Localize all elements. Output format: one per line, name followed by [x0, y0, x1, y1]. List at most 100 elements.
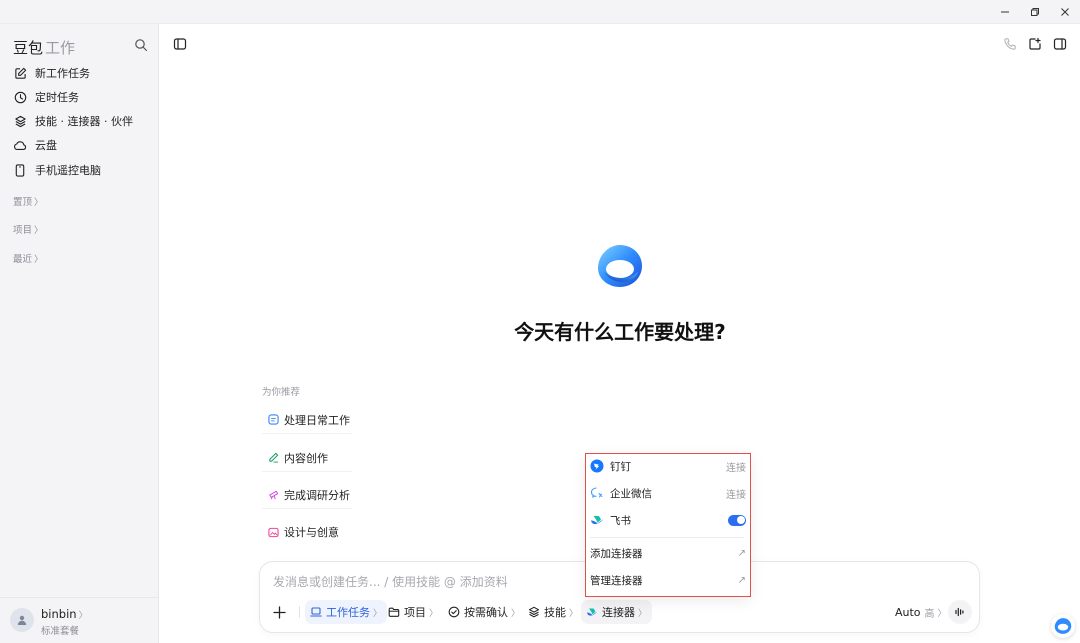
chevron-right-icon: 〉 — [638, 608, 648, 619]
sidebar-item-label: 新工作任务 — [35, 67, 90, 80]
cloud-icon — [13, 138, 27, 152]
image-icon — [267, 526, 279, 538]
connectors-popup: 钉钉 连接 企业微信 连接 飞书 添加连接器 ↗ 管理连接器 ↗ — [585, 453, 751, 597]
tool-label: 工作任务 — [326, 606, 370, 619]
window-titlebar — [0, 0, 1080, 24]
wecom-icon — [590, 486, 604, 500]
phone-icon — [13, 163, 27, 177]
pen-icon — [267, 452, 279, 464]
toggle-sidebar-button[interactable] — [172, 36, 188, 52]
app-brand: 豆包 工作 — [13, 37, 75, 58]
sidebar-item-new-task[interactable]: 新工作任务 — [8, 62, 152, 84]
model-level: 高 — [924, 608, 935, 620]
recommend-item-content-creation[interactable]: 内容创作 — [262, 444, 352, 472]
project-button[interactable]: 项目 〉 — [383, 600, 443, 624]
phone-call-icon — [1004, 38, 1016, 50]
user-name: binbin 〉 — [41, 607, 88, 621]
external-arrow-icon: ↗ — [737, 574, 746, 586]
sidebar-item-label: 云盘 — [35, 139, 57, 152]
sidebar-section-projects[interactable]: 项目〉 — [13, 222, 43, 236]
add-connector-link[interactable]: 添加连接器 ↗ — [590, 542, 746, 564]
section-label: 置顶 — [13, 197, 33, 208]
user-icon — [17, 615, 27, 625]
sidebar-item-skills-connectors[interactable]: 技能 · 连接器 · 伙伴 — [8, 110, 152, 132]
chevron-right-icon: 〉 — [373, 608, 383, 619]
recommend-title: 为你推荐 — [262, 387, 301, 398]
user-plan: 标准套餐 — [41, 626, 80, 637]
tool-label: 连接器 — [602, 606, 635, 619]
connector-label: 企业微信 — [610, 487, 652, 500]
recommend-item-design[interactable]: 设计与创意 — [262, 518, 352, 546]
toolbar-divider — [299, 606, 300, 618]
sidebar-item-cloud-drive[interactable]: 云盘 — [8, 134, 152, 156]
sidebar-section-pinned[interactable]: 置顶〉 — [13, 194, 43, 208]
telescope-icon — [267, 489, 279, 501]
work-task-button[interactable]: 工作任务 〉 — [305, 600, 388, 624]
link-label: 管理连接器 — [590, 574, 643, 587]
dingtalk-icon — [590, 459, 604, 473]
recommend-item-label: 内容创作 — [284, 451, 328, 465]
sidebar: 豆包 工作 新工作任务 定时任务 技能 · 连接器 · 伙伴 云盘 手机遥控电脑 … — [0, 24, 159, 643]
recommend-item-research[interactable]: 完成调研分析 — [262, 481, 352, 509]
chevron-right-icon: 〉 — [78, 611, 88, 621]
folder-icon — [388, 606, 400, 618]
chevron-right-icon: 〉 — [569, 608, 579, 619]
add-attachment-button[interactable] — [269, 600, 290, 624]
chevron-right-icon: 〉 — [429, 608, 439, 619]
new-chat-icon — [1029, 37, 1041, 50]
search-icon — [135, 39, 148, 52]
user-profile[interactable]: binbin 〉 标准套餐 — [0, 597, 158, 643]
brand-name: 豆包 — [13, 39, 44, 57]
model-selector[interactable]: Auto 高 〉 — [890, 600, 952, 624]
toggle-right-panel-button[interactable] — [1052, 36, 1068, 52]
sidebar-item-remote-control[interactable]: 手机遥控电脑 — [8, 159, 152, 181]
close-window-button[interactable] — [1054, 2, 1076, 22]
chevron-right-icon: 〉 — [937, 608, 947, 619]
avatar — [10, 608, 34, 632]
chevron-right-icon: 〉 — [511, 608, 521, 619]
section-label: 最近 — [13, 254, 33, 265]
restore-button[interactable] — [1024, 2, 1046, 22]
connect-button[interactable]: 连接 — [726, 486, 746, 501]
manage-connectors-link[interactable]: 管理连接器 ↗ — [590, 569, 746, 591]
close-icon — [1061, 8, 1069, 16]
link-label: 添加连接器 — [590, 547, 643, 560]
laptop-icon — [310, 606, 322, 618]
user-name-text: binbin — [41, 607, 77, 621]
page-title: 今天有什么工作要处理? — [514, 320, 726, 344]
sidebar-item-scheduled-tasks[interactable]: 定时任务 — [8, 86, 152, 108]
connector-label: 飞书 — [610, 514, 631, 527]
connector-wecom[interactable]: 企业微信 连接 — [590, 482, 746, 504]
model-label: Auto — [895, 605, 921, 619]
connectors-button[interactable]: 连接器 〉 — [581, 600, 653, 624]
sidebar-item-label: 手机遥控电脑 — [35, 164, 101, 177]
edit-icon — [13, 66, 27, 80]
skills-button[interactable]: 技能 〉 — [523, 600, 583, 624]
sidebar-search-button[interactable] — [134, 38, 148, 52]
chat-icon — [267, 414, 279, 426]
minimize-button[interactable] — [994, 2, 1016, 22]
feishu-icon — [590, 513, 604, 527]
call-button[interactable] — [1002, 36, 1018, 52]
sidebar-item-label: 技能 · 连接器 · 伙伴 — [35, 115, 133, 128]
connector-dingtalk[interactable]: 钉钉 连接 — [590, 455, 746, 477]
sidebar-section-recent[interactable]: 最近〉 — [13, 251, 43, 265]
plus-icon — [273, 605, 286, 619]
new-chat-button[interactable] — [1027, 36, 1043, 52]
check-circle-icon — [448, 606, 460, 618]
voice-wave-icon — [955, 607, 964, 617]
recommend-item-daily-work[interactable]: 处理日常工作 — [262, 406, 352, 434]
feishu-toggle[interactable] — [728, 514, 746, 526]
layers-icon — [13, 114, 27, 128]
minimize-icon — [1001, 11, 1009, 13]
floating-assistant-button[interactable] — [1051, 614, 1075, 638]
external-arrow-icon: ↗ — [737, 547, 746, 559]
clock-icon — [13, 90, 27, 104]
connector-feishu[interactable]: 飞书 — [590, 509, 746, 531]
voice-input-button[interactable] — [948, 600, 972, 624]
recommend-item-label: 处理日常工作 — [284, 413, 350, 427]
chevron-right-icon: 〉 — [34, 255, 44, 265]
connect-button[interactable]: 连接 — [726, 459, 746, 474]
confirm-on-demand-button[interactable]: 按需确认 〉 — [443, 600, 525, 624]
section-label: 项目 — [13, 225, 33, 236]
